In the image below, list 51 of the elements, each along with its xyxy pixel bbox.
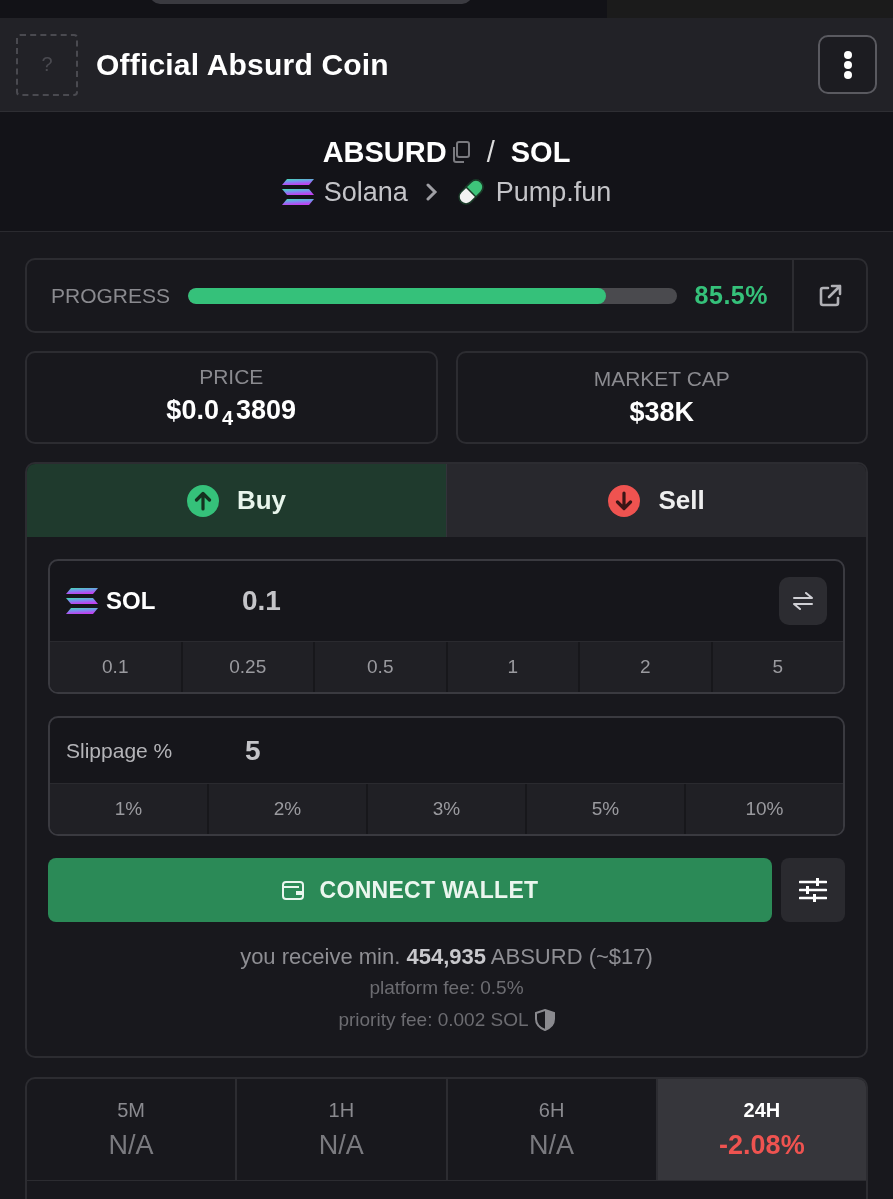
amount-preset[interactable]: 5 [710, 642, 843, 692]
quote-symbol: SOL [510, 135, 571, 169]
receive-estimate: you receive min. 454,935 ABSURD (~$17) [240, 943, 653, 971]
sliders-icon [799, 878, 827, 902]
stat-label: PRICE [199, 365, 264, 389]
slippage-preset[interactable]: 10% [684, 784, 843, 834]
timeframe-tab[interactable]: 5M N/A [27, 1079, 236, 1180]
timeframe-tab[interactable]: 24H -2.08% [655, 1079, 866, 1180]
arrow-down-icon [608, 484, 641, 517]
swap-button[interactable] [779, 577, 827, 625]
external-link-icon[interactable] [818, 283, 842, 308]
amount-preset[interactable]: 0.1 [50, 642, 181, 692]
stat-value: $38K [629, 397, 694, 428]
stat-label: MARKET CAP [593, 367, 730, 391]
settings-button[interactable] [781, 858, 845, 922]
slippage-input[interactable]: 5 [245, 734, 827, 767]
chevron-right-icon [425, 183, 438, 201]
slippage-preset[interactable]: 3% [366, 784, 525, 834]
amount-preset[interactable]: 0.5 [313, 642, 446, 692]
platform-fee: platform fee: 0.5% [369, 976, 524, 1000]
slippage-preset[interactable]: 1% [50, 784, 207, 834]
kebab-menu-icon [842, 50, 853, 79]
platform-name[interactable]: Pump.fun [495, 176, 612, 208]
base-symbol: ABSURD [322, 135, 447, 169]
connect-wallet-button[interactable]: CONNECT WALLET [48, 858, 772, 922]
slippage-preset[interactable]: 2% [207, 784, 366, 834]
wallet-icon [281, 880, 304, 900]
stat-value: $0.0$_{4}$3809 [166, 395, 297, 430]
amount-input[interactable]: 0.1 [242, 585, 779, 617]
question-mark: ? [41, 53, 53, 76]
progress-percentage: 85.5% [694, 281, 768, 310]
buy-tab[interactable]: Buy [27, 464, 446, 537]
progress-label: PROGRESS [51, 283, 171, 308]
pair-separator: / [486, 135, 495, 169]
shield-icon[interactable] [534, 1009, 555, 1031]
amount-preset[interactable]: 1 [445, 642, 578, 692]
swap-icon [793, 592, 813, 610]
token-title: Official Absurd Coin [96, 47, 390, 82]
menu-button[interactable] [818, 35, 877, 94]
chain-name[interactable]: Solana [323, 176, 408, 208]
amount-preset[interactable]: 2 [578, 642, 711, 692]
solana-icon [66, 588, 98, 614]
sell-tab[interactable]: Sell [446, 464, 866, 537]
solana-icon [281, 179, 314, 205]
amount-preset[interactable]: 0.25 [180, 642, 313, 692]
slippage-label: Slippage % [66, 738, 174, 763]
priority-fee: priority fee: 0.002 SOL [338, 1008, 529, 1032]
slippage-preset[interactable]: 5% [525, 784, 684, 834]
copy-icon[interactable] [450, 141, 471, 163]
token-symbol: SOL [106, 587, 157, 615]
arrow-up-icon [186, 484, 219, 517]
